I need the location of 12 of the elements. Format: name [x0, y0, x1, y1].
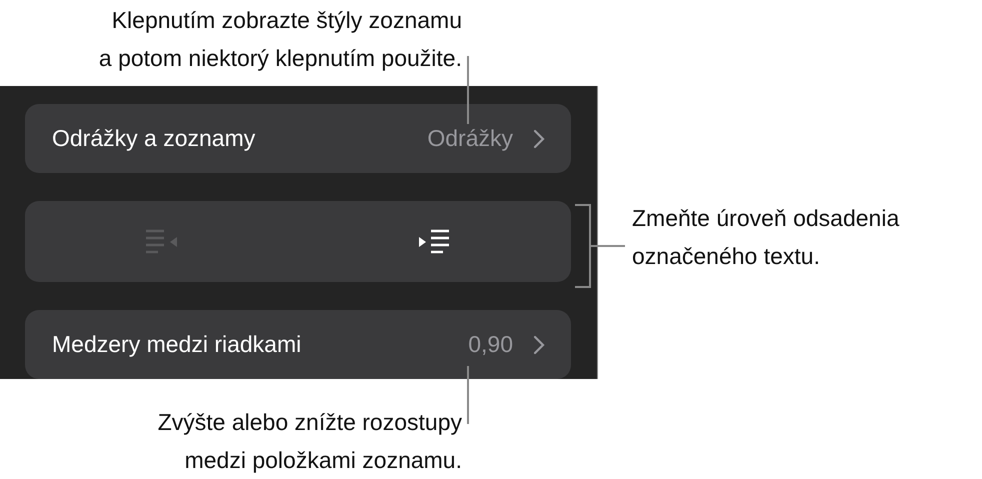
- callout-text: Zvýšte alebo znížte rozostupy medzi položkami zoznamu.: [156, 408, 462, 475]
- chevron-icon: [533, 334, 545, 354]
- row-value: 0,90: [468, 331, 513, 358]
- leader-line: [467, 366, 469, 424]
- callout-text: Klepnutím zobrazte štýly zoznamu a potom niektorý klepnutím použite.: [98, 6, 462, 73]
- row-value: Odrážky: [427, 125, 513, 152]
- settings-row[interactable]: Medzery medzi riadkami 0,90: [25, 310, 571, 379]
- row-label: Odrážky a zoznamy: [52, 125, 256, 152]
- settings-row[interactable]: Odrážky a zoznamy Odrážky: [25, 104, 571, 173]
- chevron-icon: [533, 128, 545, 148]
- callout-text: Zmeňte úroveň odsadenia označeného textu.: [632, 204, 900, 270]
- row-label: Medzery medzi riadkami: [52, 331, 302, 358]
